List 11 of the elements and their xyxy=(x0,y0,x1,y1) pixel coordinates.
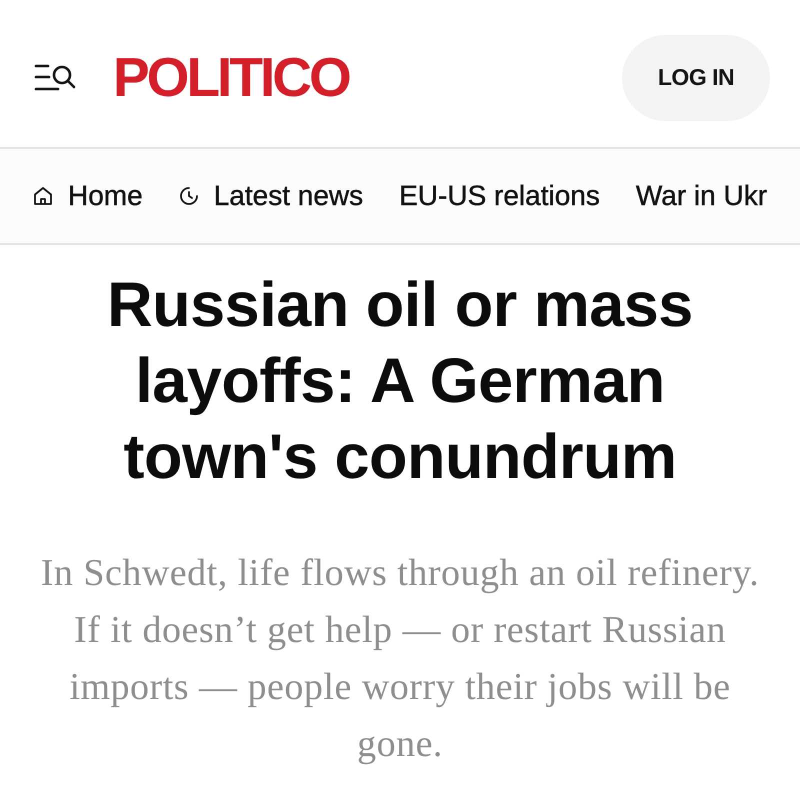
nav-link[interactable]: Home xyxy=(33,180,143,212)
menu-search-icon[interactable] xyxy=(34,62,76,92)
nav-link[interactable]: Latest news xyxy=(178,180,364,212)
home-icon xyxy=(33,186,53,206)
nav-link[interactable]: War in Ukr xyxy=(636,180,768,212)
clock-icon xyxy=(178,186,199,206)
politico-logo[interactable]: POLITICO xyxy=(113,50,349,105)
article-headline: Russian oil or mass layoffs: A German town's conundrum xyxy=(106,269,694,494)
article-dek: In Schwedt, life flows through an oil refinery. If it doesn’t get help — or restart Russian imports — people worry their jobs will be gone. xyxy=(40,551,760,767)
login-button[interactable]: LOG IN xyxy=(622,34,770,120)
nav-link[interactable]: EU-US relations xyxy=(399,180,600,212)
